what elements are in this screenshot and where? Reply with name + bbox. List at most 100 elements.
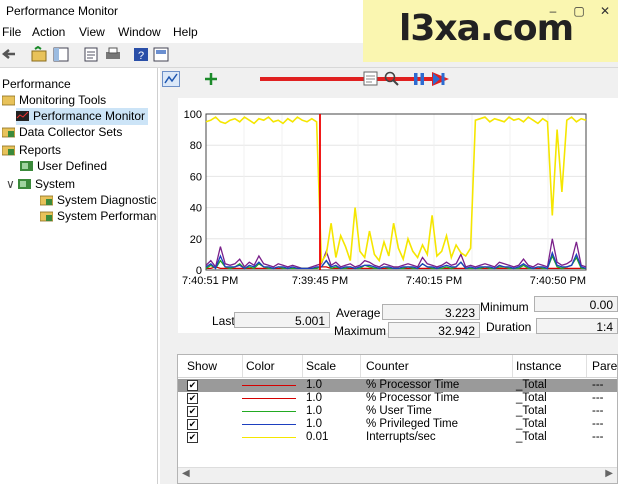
tree-item-monitoring-tools[interactable]: Monitoring Tools: [2, 92, 106, 109]
show-checkbox[interactable]: ✔: [187, 432, 198, 443]
navigation-tree: Performance Monitoring Tools Performance…: [0, 68, 158, 484]
folder-up-icon[interactable]: [30, 46, 48, 63]
table-row[interactable]: ✔ 1.0 % Privileged Time _Total ---: [178, 418, 617, 431]
last-label: Last: [212, 314, 235, 328]
duration-label: Duration: [486, 320, 532, 334]
color-swatch: [242, 424, 296, 425]
column-separator: [360, 355, 361, 377]
menu-help[interactable]: Help: [173, 25, 198, 39]
y-tick-label: 80: [190, 140, 202, 152]
maximum-value: 32.942: [388, 322, 480, 338]
table-row[interactable]: ✔ 1.0 % Processor Time _Total ---: [178, 379, 617, 392]
copy-properties-icon[interactable]: [363, 71, 379, 87]
tree-item-reports[interactable]: Reports: [2, 142, 61, 159]
column-parent[interactable]: Pare: [592, 359, 617, 373]
tree-label: Performance: [2, 77, 71, 91]
scroll-left-icon[interactable]: ◀: [182, 468, 190, 479]
menu-file[interactable]: File: [2, 25, 21, 39]
color-swatch: [242, 398, 296, 399]
x-tick-label: 7:40:15 PM: [406, 275, 462, 287]
table-row[interactable]: ✔ 1.0 % Processor Time _Total ---: [178, 392, 617, 405]
tree-item-performance[interactable]: Performance: [2, 76, 71, 93]
minimum-value: 0.00: [534, 296, 618, 312]
help-icon[interactable]: ?: [132, 46, 150, 63]
menu-window[interactable]: Window: [118, 25, 161, 39]
column-instance[interactable]: Instance: [516, 359, 561, 373]
maximize-button[interactable]: ▢: [566, 0, 592, 22]
tree-label: System: [35, 177, 76, 191]
table-row[interactable]: ✔ 0.01 Interrupts/sec _Total ---: [178, 431, 617, 444]
window-title: Performance Monitor: [6, 4, 119, 18]
update-data-icon[interactable]: [432, 71, 446, 87]
print-icon[interactable]: [104, 46, 122, 63]
duration-value: 1:4: [536, 318, 618, 334]
counter-cell: % User Time: [366, 405, 432, 417]
average-label: Average: [336, 306, 381, 320]
freeze-display-icon[interactable]: [412, 71, 426, 87]
data-collector-icon: [2, 127, 15, 138]
column-separator: [302, 355, 303, 377]
column-scale[interactable]: Scale: [306, 359, 336, 373]
last-value: 5.001: [234, 312, 330, 328]
y-tick-label: 100: [184, 109, 202, 121]
back-icon[interactable]: [0, 46, 18, 63]
user-defined-icon: [20, 161, 33, 171]
zoom-icon[interactable]: [384, 71, 400, 87]
y-tick-label: 60: [190, 171, 202, 183]
counter-legend-table: Show Color Scale Counter Instance Pare ✔…: [177, 354, 618, 484]
x-tick-label: 7:40:51 PM: [182, 275, 238, 287]
tree-item-system-performance[interactable]: System Performanc: [40, 208, 157, 225]
scale-cell: 1.0: [306, 379, 322, 391]
tree-item-data-collector-sets[interactable]: Data Collector Sets: [2, 124, 122, 141]
menu-view[interactable]: View: [79, 25, 105, 39]
parent-cell: ---: [592, 379, 604, 391]
horizontal-scrollbar[interactable]: ◀ ▶: [178, 467, 617, 483]
tree-label: User Defined: [37, 159, 108, 173]
counter-cell: % Privileged Time: [366, 418, 459, 430]
add-counter-icon[interactable]: [204, 71, 218, 87]
y-tick-label: 20: [190, 234, 202, 246]
view-current-activity-icon[interactable]: [162, 71, 180, 87]
properties-icon[interactable]: [82, 46, 100, 63]
parent-cell: ---: [592, 431, 604, 443]
column-color[interactable]: Color: [246, 359, 275, 373]
maximum-label: Maximum: [334, 324, 387, 338]
report-folder-icon: [40, 195, 53, 206]
counter-cell: Interrupts/sec: [366, 431, 436, 443]
menu-action[interactable]: Action: [32, 25, 65, 39]
graph-pane: 100 80 60 40 20 0 7:40:51 PM 7:39:45 PM 7:40:15 …: [160, 68, 618, 484]
column-counter[interactable]: Counter: [366, 359, 409, 373]
show-hide-tree-icon[interactable]: [52, 46, 70, 63]
show-checkbox[interactable]: ✔: [187, 393, 198, 404]
color-swatch: [242, 411, 296, 412]
view-icon[interactable]: [152, 46, 170, 63]
column-show[interactable]: Show: [187, 359, 217, 373]
tree-label: Reports: [19, 143, 62, 157]
table-row[interactable]: ✔ 1.0 % User Time _Total ---: [178, 405, 617, 418]
show-checkbox[interactable]: ✔: [187, 419, 198, 430]
color-swatch: [242, 437, 296, 438]
svg-text:?: ?: [138, 50, 144, 62]
table-header: Show Color Scale Counter Instance Pare: [178, 355, 617, 378]
color-swatch: [242, 385, 296, 386]
tree-item-system[interactable]: ∨ System: [6, 176, 75, 193]
tree-label: Monitoring Tools: [19, 93, 107, 107]
instance-cell: _Total: [516, 392, 547, 404]
x-tick-label: 7:39:45 PM: [292, 275, 348, 287]
parent-cell: ---: [592, 405, 604, 417]
show-checkbox[interactable]: ✔: [187, 380, 198, 391]
parent-cell: ---: [592, 418, 604, 430]
scroll-right-icon[interactable]: ▶: [605, 468, 613, 479]
minimize-button[interactable]: –: [540, 0, 566, 22]
tree-item-system-diagnostics[interactable]: System Diagnostics: [40, 192, 157, 209]
close-button[interactable]: ✕: [592, 0, 618, 22]
show-checkbox[interactable]: ✔: [187, 406, 198, 417]
scale-cell: 1.0: [306, 405, 322, 417]
tree-item-user-defined[interactable]: User Defined: [20, 158, 107, 175]
chevron-down-icon[interactable]: ∨: [6, 176, 18, 193]
reports-icon: [2, 145, 15, 156]
tree-item-performance-monitor[interactable]: Performance Monitor: [16, 108, 149, 125]
scale-cell: 0.01: [306, 431, 329, 443]
folder-icon: [2, 95, 15, 106]
instance-cell: _Total: [516, 418, 547, 430]
